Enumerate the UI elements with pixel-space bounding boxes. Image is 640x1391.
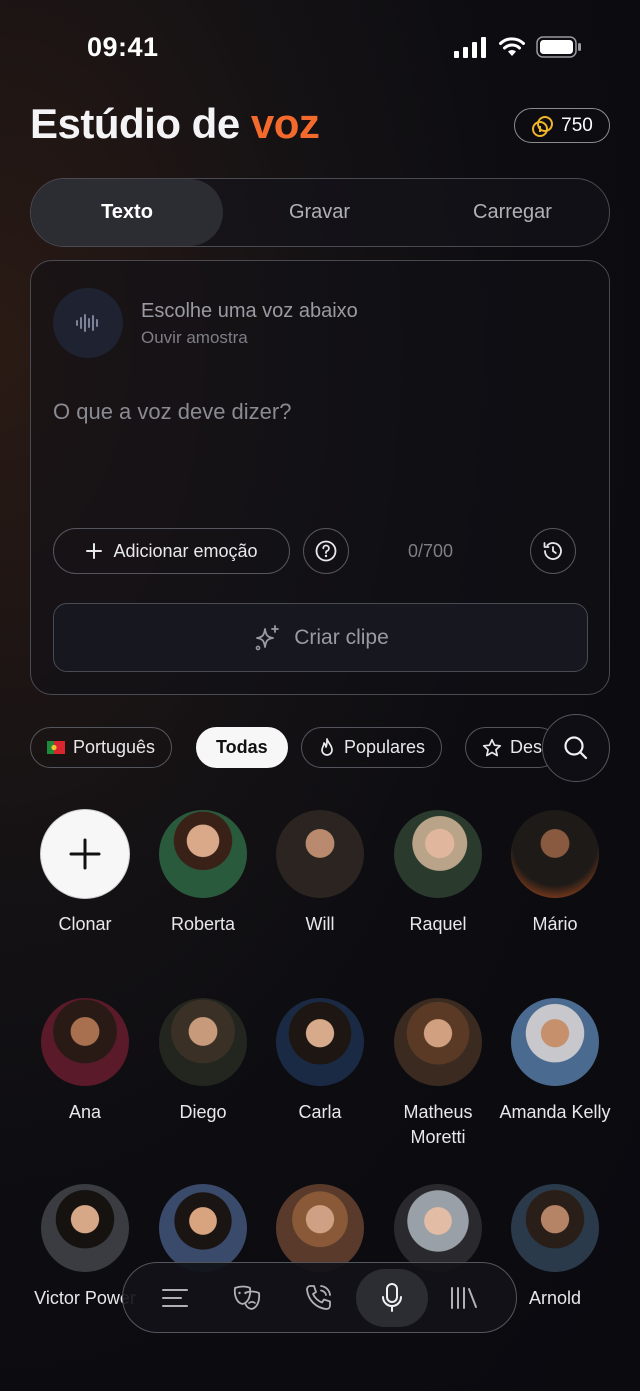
bottom-nav <box>122 1262 517 1333</box>
voice-selector-avatar[interactable] <box>53 288 123 358</box>
language-label: Português <box>73 737 156 757</box>
status-bar: 09:41 <box>0 0 640 95</box>
voice-name: Clonar <box>58 914 112 934</box>
wifi-icon <box>499 37 525 56</box>
avatar <box>159 810 247 898</box>
tab-texto[interactable]: Texto <box>31 179 223 246</box>
add-emotion-button[interactable]: Adicionar emoção <box>53 528 290 574</box>
destaques-label: Des <box>510 737 543 757</box>
help-button[interactable] <box>303 528 349 574</box>
add-emotion-label: Adicionar emoção <box>113 540 258 561</box>
waveform-icon <box>76 314 98 332</box>
voice-name: Amanda Kelly <box>499 1102 611 1122</box>
avatar <box>276 998 364 1086</box>
voice-prompt[interactable]: Escolhe uma voz abaixo <box>141 300 358 323</box>
language-chip[interactable]: Português <box>30 727 173 768</box>
text-editor-card: Escolhe uma voz abaixo Ouvir amostra O q… <box>30 260 610 695</box>
sparkle-icon <box>255 624 280 650</box>
voice-name: Roberta <box>170 914 236 934</box>
voice-item[interactable]: Matheus Moretti <box>379 998 497 1150</box>
phone-icon <box>306 1284 332 1310</box>
star-icon <box>482 738 502 756</box>
flame-icon <box>321 737 333 756</box>
voice-item[interactable]: Carla <box>261 998 379 1125</box>
avatar <box>276 1184 364 1272</box>
library-icon <box>450 1286 477 1309</box>
clone-voice-item[interactable]: Clonar <box>26 810 144 937</box>
nav-calls[interactable] <box>283 1269 355 1327</box>
avatar <box>276 810 364 898</box>
mic-icon <box>381 1282 402 1312</box>
create-clip-label: Criar clipe <box>294 625 389 649</box>
history-icon <box>543 542 562 560</box>
voice-item[interactable]: Amanda Kelly <box>496 998 614 1125</box>
text-input[interactable]: O que a voz deve dizer? <box>53 399 291 425</box>
nav-menu[interactable] <box>139 1269 211 1327</box>
search-button[interactable] <box>542 714 610 782</box>
tab-gravar[interactable]: Gravar <box>223 179 416 246</box>
avatar <box>159 998 247 1086</box>
nav-library[interactable] <box>428 1269 500 1327</box>
voice-name: Mário <box>532 914 578 934</box>
voice-item[interactable]: Ana <box>26 998 144 1125</box>
avatar <box>394 810 482 898</box>
coins-count: 750 <box>561 114 593 136</box>
avatar <box>394 1184 482 1272</box>
voice-name: Will <box>305 914 335 934</box>
title-main: Estúdio de <box>30 100 240 147</box>
portugal-flag-icon <box>47 741 65 754</box>
voice-item[interactable]: Diego <box>144 998 262 1125</box>
coins-icon <box>532 115 554 137</box>
masks-icon <box>234 1285 261 1310</box>
voice-name: Diego <box>179 1102 227 1122</box>
plus-icon <box>69 838 101 870</box>
voice-name: Raquel <box>409 914 467 934</box>
voice-name: Ana <box>68 1102 102 1122</box>
voice-item[interactable]: Raquel <box>379 810 497 937</box>
nav-characters[interactable] <box>211 1269 283 1327</box>
page-title: Estúdio de voz <box>30 100 320 148</box>
nav-voice-studio[interactable] <box>355 1268 428 1327</box>
status-icons <box>454 36 582 58</box>
tab-carregar[interactable]: Carregar <box>416 179 609 246</box>
voice-item[interactable]: Will <box>261 810 379 937</box>
populares-label: Populares <box>344 737 426 757</box>
question-icon <box>315 540 337 562</box>
history-button[interactable] <box>530 528 576 574</box>
title-accent: voz <box>250 100 320 147</box>
coins-badge[interactable]: 750 <box>514 108 610 143</box>
plus-icon <box>86 543 103 559</box>
avatar <box>394 998 482 1086</box>
voice-item[interactable]: Roberta <box>144 810 262 937</box>
char-counter: 0/700 <box>408 541 454 561</box>
avatar <box>511 810 599 898</box>
voice-name: Carla <box>298 1102 342 1122</box>
mode-tabs: Texto Gravar Carregar <box>30 178 610 247</box>
create-clip-button[interactable]: Criar clipe <box>53 603 588 672</box>
voice-item[interactable]: Mário <box>496 810 614 937</box>
chip-todas[interactable]: Todas <box>196 727 288 768</box>
avatar <box>159 1184 247 1272</box>
signal-icon <box>454 37 486 58</box>
filter-chips: Português Todas Populares Des <box>30 727 570 769</box>
avatar <box>511 998 599 1086</box>
sample-link[interactable]: Ouvir amostra <box>141 328 248 348</box>
chip-populares[interactable]: Populares <box>301 727 443 768</box>
search-icon <box>564 736 588 760</box>
menu-icon <box>162 1288 189 1307</box>
avatar <box>511 1184 599 1272</box>
clone-button[interactable] <box>41 810 129 898</box>
voice-name: Matheus Moretti <box>403 1102 473 1147</box>
status-time: 09:41 <box>87 32 159 62</box>
avatar <box>41 1184 129 1272</box>
avatar <box>41 998 129 1086</box>
battery-icon <box>536 36 581 58</box>
